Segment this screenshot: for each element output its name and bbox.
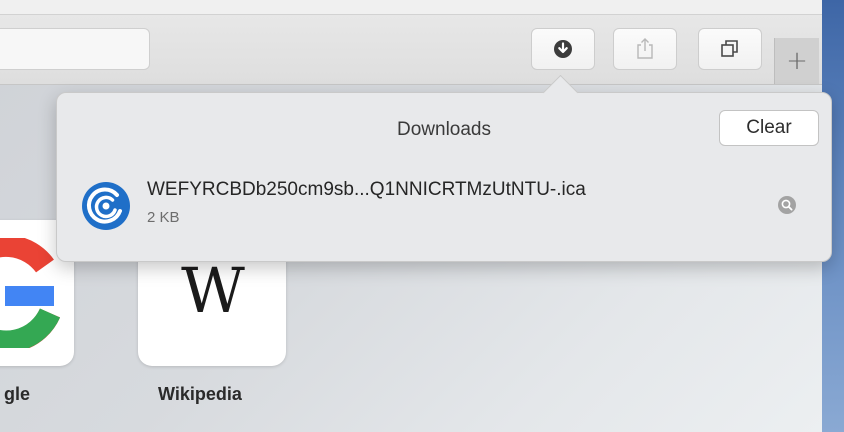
download-file-name: WEFYRCBDb250cm9sb...Q1NNICRTMzUtNTU-.ica — [147, 179, 586, 200]
downloads-button[interactable] — [531, 28, 595, 70]
google-logo — [0, 238, 60, 348]
share-button[interactable] — [613, 28, 677, 70]
download-file-size: 2 KB — [147, 209, 180, 226]
favorite-label-google[interactable]: gle — [4, 384, 30, 405]
favorite-label-wikipedia[interactable]: Wikipedia — [158, 384, 242, 405]
address-bar[interactable] — [0, 28, 150, 70]
downloads-popover: Downloads Clear WEFYRCBDb250cm9sb...Q1NN… — [56, 92, 832, 262]
show-all-tabs-icon — [721, 40, 738, 57]
toolbar: + — [0, 0, 822, 85]
clear-button[interactable]: Clear — [719, 110, 819, 146]
citrix-receiver-icon — [82, 182, 130, 230]
wikipedia-logo: W — [181, 254, 245, 327]
download-item[interactable]: WEFYRCBDb250cm9sb...Q1NNICRTMzUtNTU-.ica… — [77, 173, 811, 235]
plus-icon: + — [786, 46, 808, 76]
new-tab-button[interactable]: + — [774, 38, 819, 84]
popover-title: Downloads — [397, 119, 491, 140]
share-icon — [637, 38, 653, 59]
window-top-edge — [0, 0, 822, 15]
magnifier-reveal-icon[interactable] — [777, 195, 797, 215]
download-arrow-icon — [554, 40, 572, 58]
show-all-tabs-button[interactable] — [698, 28, 762, 70]
